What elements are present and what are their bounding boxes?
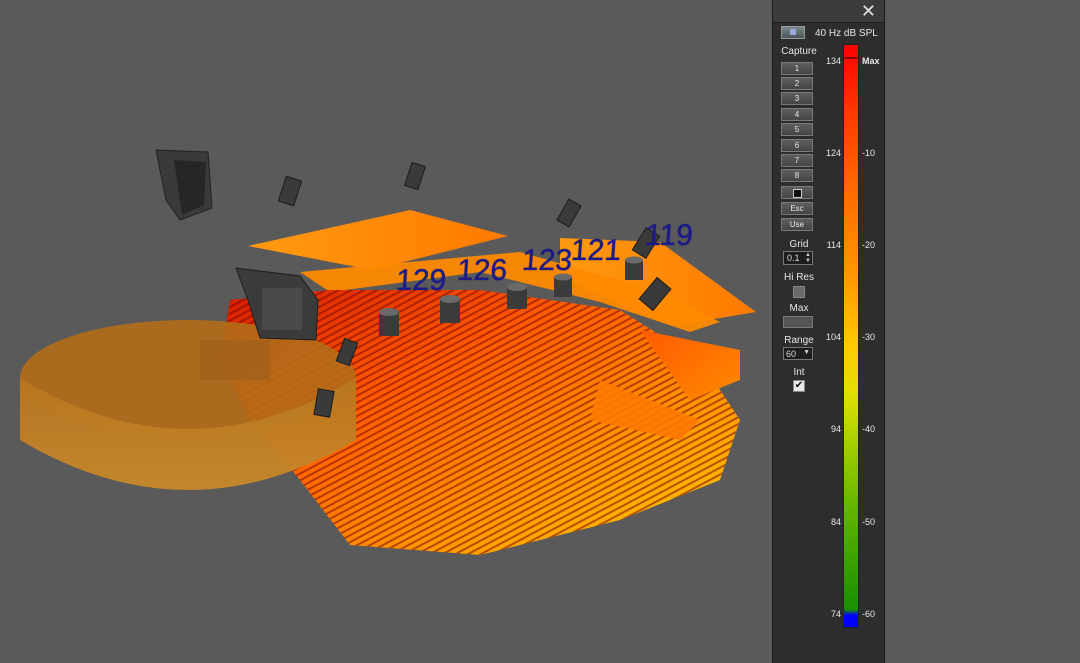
capture-button-1[interactable]: 1 <box>781 62 813 75</box>
save-capture-button[interactable] <box>781 186 813 199</box>
scale-rel-10: -10 <box>862 148 876 158</box>
capture-button-3[interactable]: 3 <box>781 92 813 105</box>
spl-settings-panel: ✕ 40 Hz dB SPL Capture 1 2 3 4 5 6 7 8 E… <box>772 0 885 663</box>
range-value: 60 <box>786 349 797 359</box>
grid-stepper[interactable]: 0.1 ▲ ▼ <box>783 251 813 265</box>
max-field[interactable] <box>783 316 813 328</box>
panel-titlebar: ✕ <box>773 0 884 23</box>
spl-label-2: 126 <box>455 254 509 287</box>
3d-viewport[interactable]: 129 126 123 121 119 <box>0 0 772 663</box>
scale-rel-60: -60 <box>862 609 876 619</box>
scale-rel-max: Max <box>862 56 880 66</box>
spl-label-5: 119 <box>643 219 695 252</box>
scale-rel-50: -50 <box>862 517 876 527</box>
spl-map-render <box>20 149 756 555</box>
scale-label-104: 104 <box>825 332 841 342</box>
capture-button-6[interactable]: 6 <box>781 139 813 152</box>
capture-button-5[interactable]: 5 <box>781 123 813 136</box>
scale-rel-40: -40 <box>862 424 876 434</box>
chevron-down-icon: ▼ <box>803 349 810 356</box>
spl-color-scale <box>843 44 859 628</box>
scale-label-134: 134 <box>825 56 841 66</box>
capture-button-7[interactable]: 7 <box>781 154 813 167</box>
scale-label-114: 114 <box>826 240 841 250</box>
scale-rel-20: -20 <box>862 240 876 250</box>
capture-button-2[interactable]: 2 <box>781 77 813 90</box>
int-label: Int <box>793 367 805 378</box>
max-marker <box>843 57 859 59</box>
scale-label-74: 74 <box>830 609 841 619</box>
capture-button-4[interactable]: 4 <box>781 108 813 121</box>
grid-value: 0.1 <box>787 253 800 263</box>
floppy-disk-icon <box>792 189 802 198</box>
capture-button-8[interactable]: 8 <box>781 169 813 182</box>
scale-rel-30: -30 <box>862 332 876 342</box>
esc-button[interactable]: Esc <box>781 202 813 215</box>
scale-label-124: 124 <box>825 148 841 158</box>
camera-icon[interactable] <box>781 26 805 39</box>
spl-label-1: 129 <box>394 264 448 297</box>
max-label: Max <box>789 303 809 314</box>
range-select[interactable]: 60 ▼ <box>783 347 813 360</box>
spl-label-3: 123 <box>520 244 574 277</box>
hires-checkbox[interactable] <box>793 286 805 298</box>
hires-label: Hi Res <box>783 272 814 283</box>
int-checkbox[interactable]: ✔ <box>793 380 805 392</box>
frequency-title: 40 Hz dB SPL <box>815 28 878 39</box>
scale-label-94: 94 <box>830 424 841 434</box>
stepper-arrows-icon[interactable]: ▲ ▼ <box>805 252 811 264</box>
spl-label-4: 121 <box>569 234 623 267</box>
use-button[interactable]: Use <box>781 218 813 231</box>
scale-label-84: 84 <box>830 517 841 527</box>
panel-header: 40 Hz dB SPL <box>773 24 884 42</box>
close-icon[interactable]: ✕ <box>861 1 876 21</box>
